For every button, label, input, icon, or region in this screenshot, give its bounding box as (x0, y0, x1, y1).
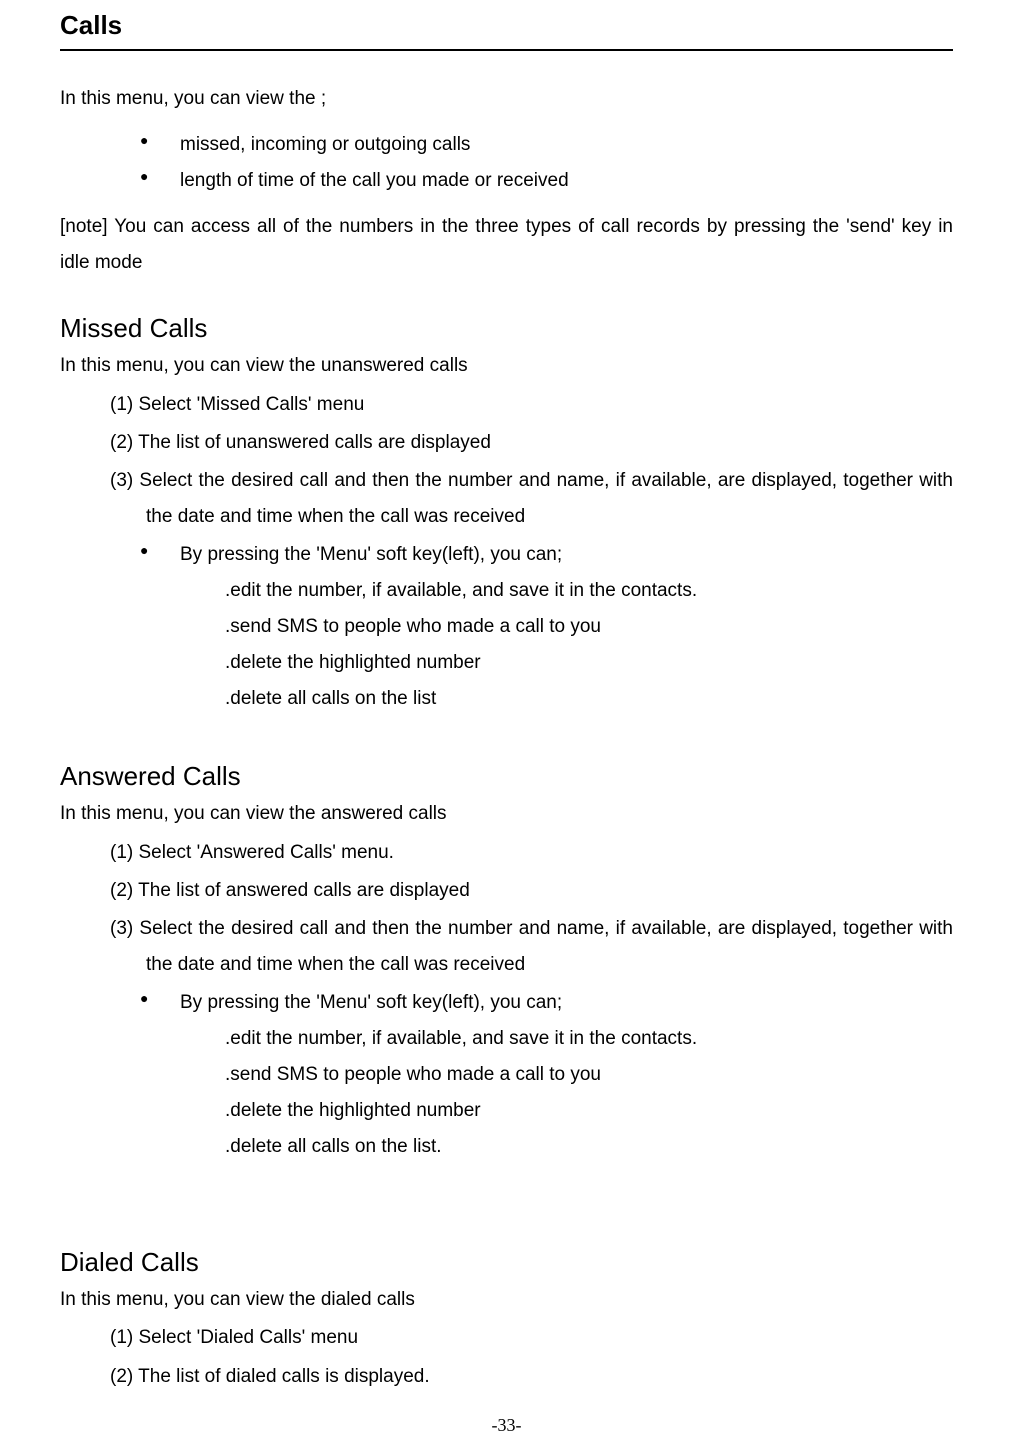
step-item: (3) Select the desired call and then the… (110, 463, 953, 535)
page-number: -33- (0, 1415, 1013, 1436)
step-item: (1) Select 'Missed Calls' menu (110, 387, 953, 423)
step-item: (2) The list of answered calls are displ… (110, 873, 953, 909)
missed-calls-intro: In this menu, you can view the unanswere… (60, 348, 953, 384)
page-title: Calls (60, 10, 953, 51)
step-item: (1) Select 'Dialed Calls' menu (110, 1320, 953, 1356)
action-item: .delete the highlighted number (110, 645, 953, 681)
missed-calls-heading: Missed Calls (60, 313, 953, 344)
action-item: .delete the highlighted number (110, 1093, 953, 1129)
answered-calls-steps: (1) Select 'Answered Calls' menu. (2) Th… (60, 835, 953, 1166)
intro-bullet-list: missed, incoming or outgoing calls lengt… (60, 127, 953, 199)
bullet-item: length of time of the call you made or r… (180, 163, 953, 199)
missed-calls-steps: (1) Select 'Missed Calls' menu (2) The l… (60, 387, 953, 718)
step-item: (3) Select the desired call and then the… (110, 911, 953, 983)
answered-calls-heading: Answered Calls (60, 761, 953, 792)
intro-text: In this menu, you can view the ; (60, 81, 953, 117)
bullet-item: missed, incoming or outgoing calls (180, 127, 953, 163)
action-item: .edit the number, if available, and save… (110, 573, 953, 609)
menu-actions-list: By pressing the 'Menu' soft key(left), y… (110, 985, 953, 1021)
action-item: .delete all calls on the list. (110, 1129, 953, 1165)
menu-actions-list: By pressing the 'Menu' soft key(left), y… (110, 537, 953, 573)
step-item: (2) The list of unanswered calls are dis… (110, 425, 953, 461)
action-item: .delete all calls on the list (110, 681, 953, 717)
action-item: .edit the number, if available, and save… (110, 1021, 953, 1057)
answered-calls-intro: In this menu, you can view the answered … (60, 796, 953, 832)
step-item: (1) Select 'Answered Calls' menu. (110, 835, 953, 871)
dialed-calls-heading: Dialed Calls (60, 1247, 953, 1278)
step-item: (2) The list of dialed calls is displaye… (110, 1359, 953, 1395)
dialed-calls-steps: (1) Select 'Dialed Calls' menu (2) The l… (60, 1320, 953, 1394)
note-text: [note] You can access all of the numbers… (60, 209, 953, 281)
menu-intro: By pressing the 'Menu' soft key(left), y… (180, 537, 953, 573)
menu-intro: By pressing the 'Menu' soft key(left), y… (180, 985, 953, 1021)
action-item: .send SMS to people who made a call to y… (110, 609, 953, 645)
dialed-calls-intro: In this menu, you can view the dialed ca… (60, 1282, 953, 1318)
action-item: .send SMS to people who made a call to y… (110, 1057, 953, 1093)
